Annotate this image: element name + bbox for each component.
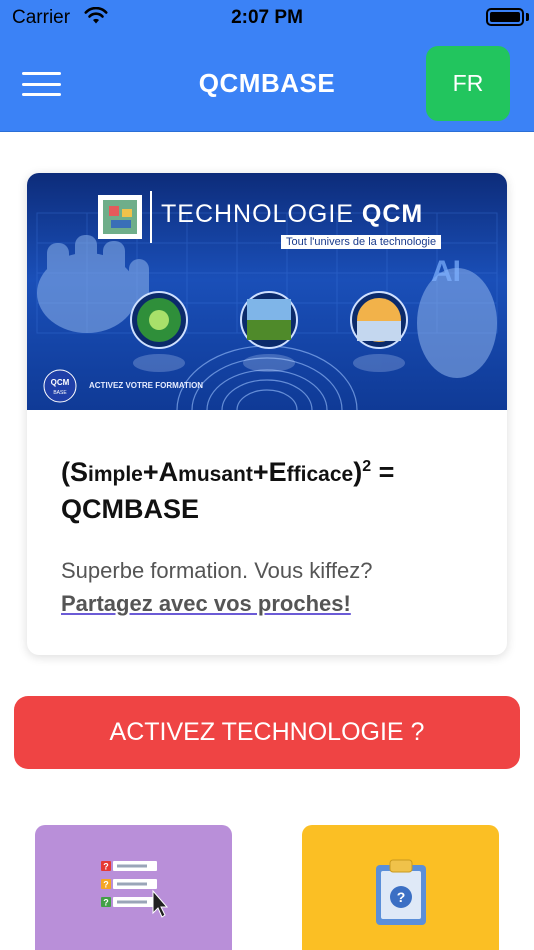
nav-bar: QCMBASE FR <box>0 36 534 132</box>
banner-ai-badge: AI <box>431 255 461 288</box>
svg-text:QCM: QCM <box>51 378 70 387</box>
status-time: 2:07 PM <box>231 7 303 28</box>
clipboard-question-icon: ? <box>376 859 426 925</box>
banner-title: TECHNOLOGIE QCM <box>161 200 424 228</box>
card-description: Superbe formation. Vous kiffez? <box>61 558 373 583</box>
language-button[interactable]: FR <box>426 46 510 121</box>
banner-cta-text: ACTIVEZ VOTRE FORMATION <box>89 381 204 390</box>
battery-icon <box>486 8 524 26</box>
status-bar: Carrier 2:07 PM <box>0 0 534 36</box>
banner-subtitle: Tout l'univers de la technologie <box>281 235 442 249</box>
battery-tip <box>526 13 529 21</box>
activate-technology-button[interactable]: ACTIVEZ TECHNOLOGIE ? <box>14 696 520 769</box>
svg-text:?: ? <box>103 898 109 908</box>
svg-text:?: ? <box>397 889 406 905</box>
svg-text:?: ? <box>103 862 109 872</box>
test-tile[interactable]: ? <box>302 825 499 950</box>
svg-text:?: ? <box>103 880 109 890</box>
battery-level <box>490 12 520 22</box>
share-link[interactable]: Partagez avec vos proches! <box>61 591 351 617</box>
quiz-tile[interactable]: ? ? ? <box>35 825 232 950</box>
course-card[interactable]: QCM BASE TECHNOLOGIE QCM Tout l'univers … <box>27 173 507 655</box>
question-list-icon: ? ? ? <box>101 861 169 918</box>
course-banner-image: QCM BASE TECHNOLOGIE QCM Tout l'univers … <box>27 173 507 410</box>
svg-text:BASE: BASE <box>53 390 67 396</box>
card-heading: (Simple+Amusant+Efficace)2 = QCMBASE <box>61 457 395 524</box>
